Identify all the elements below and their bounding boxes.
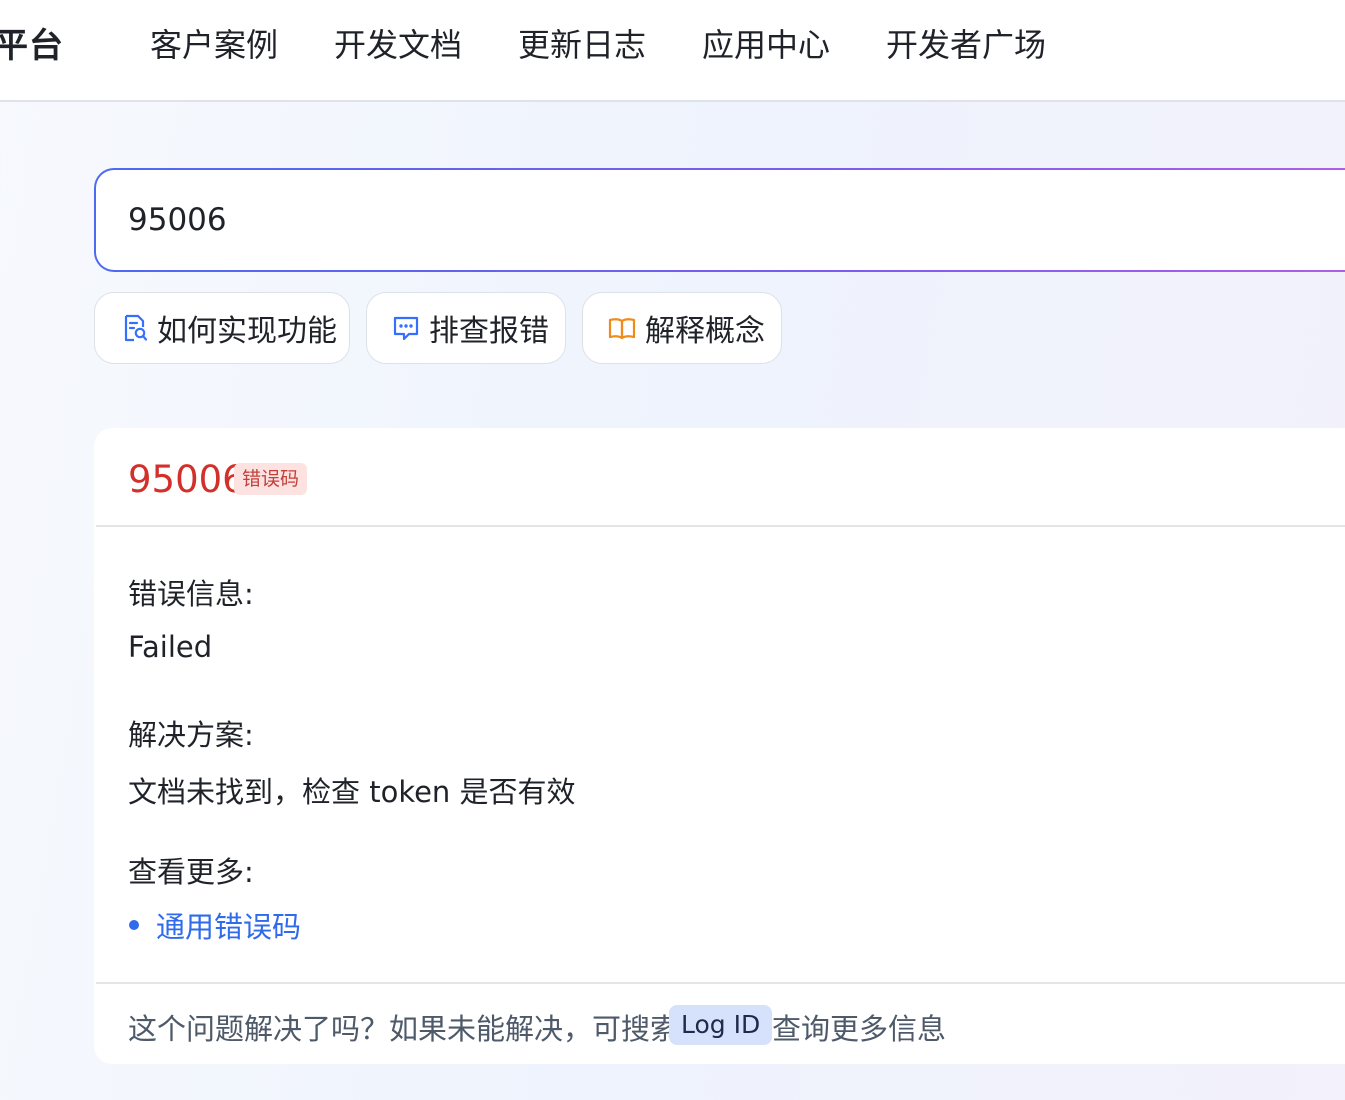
nav-item-developer-square[interactable]: 开发者广场 xyxy=(886,20,1046,66)
bullet-dot xyxy=(129,920,139,930)
nav-item-customer-cases[interactable]: 客户案例 xyxy=(150,20,278,66)
nav-item-app-center[interactable]: 应用中心 xyxy=(702,20,830,66)
see-more-label: 查看更多: xyxy=(128,855,254,889)
top-nav-bar: 平台 客户案例 开发文档 更新日志 应用中心 开发者广场 xyxy=(0,0,1345,102)
log-id-badge[interactable]: Log ID xyxy=(669,1005,773,1045)
error-code-result-card: 95006 错误码 错误信息: Failed 解决方案: 文档未找到，检查 to… xyxy=(94,428,1345,1064)
feedback-question: 这个问题解决了吗？如果未能解决，可搜索 xyxy=(128,1012,680,1046)
chip-explain-concept[interactable]: 解释概念 xyxy=(582,292,782,364)
chip-how-to-implement[interactable]: 如何实现功能 xyxy=(94,292,350,364)
brand-logo-text[interactable]: 平台 xyxy=(0,18,64,67)
chip-label: 排查报错 xyxy=(429,314,549,349)
chip-label: 如何实现功能 xyxy=(157,314,337,349)
common-error-codes-link[interactable]: 通用错误码 xyxy=(156,904,301,946)
chat-bubble-icon xyxy=(393,316,419,341)
search-box xyxy=(94,168,1345,272)
error-info-value: Failed xyxy=(128,630,213,664)
feedback-tail: 查询更多信息 xyxy=(772,1012,947,1046)
solution-value: 文档未找到，检查 token 是否有效 xyxy=(128,775,576,809)
header-divider xyxy=(96,525,1345,527)
footer-divider xyxy=(96,982,1345,984)
error-info-label: 错误信息: xyxy=(128,577,254,611)
open-book-icon xyxy=(608,318,636,340)
solution-label: 解决方案: xyxy=(128,718,254,752)
nav-item-dev-docs[interactable]: 开发文档 xyxy=(334,20,462,66)
chip-label: 解释概念 xyxy=(645,314,765,349)
doc-search-icon xyxy=(124,314,148,342)
chip-troubleshoot-error[interactable]: 排查报错 xyxy=(366,292,566,364)
error-code-tag: 错误码 xyxy=(234,463,308,495)
search-input[interactable] xyxy=(128,202,1345,238)
error-code-title: 95006 xyxy=(128,458,246,501)
search-box-inner xyxy=(96,170,1345,270)
nav-item-changelog[interactable]: 更新日志 xyxy=(518,20,646,66)
